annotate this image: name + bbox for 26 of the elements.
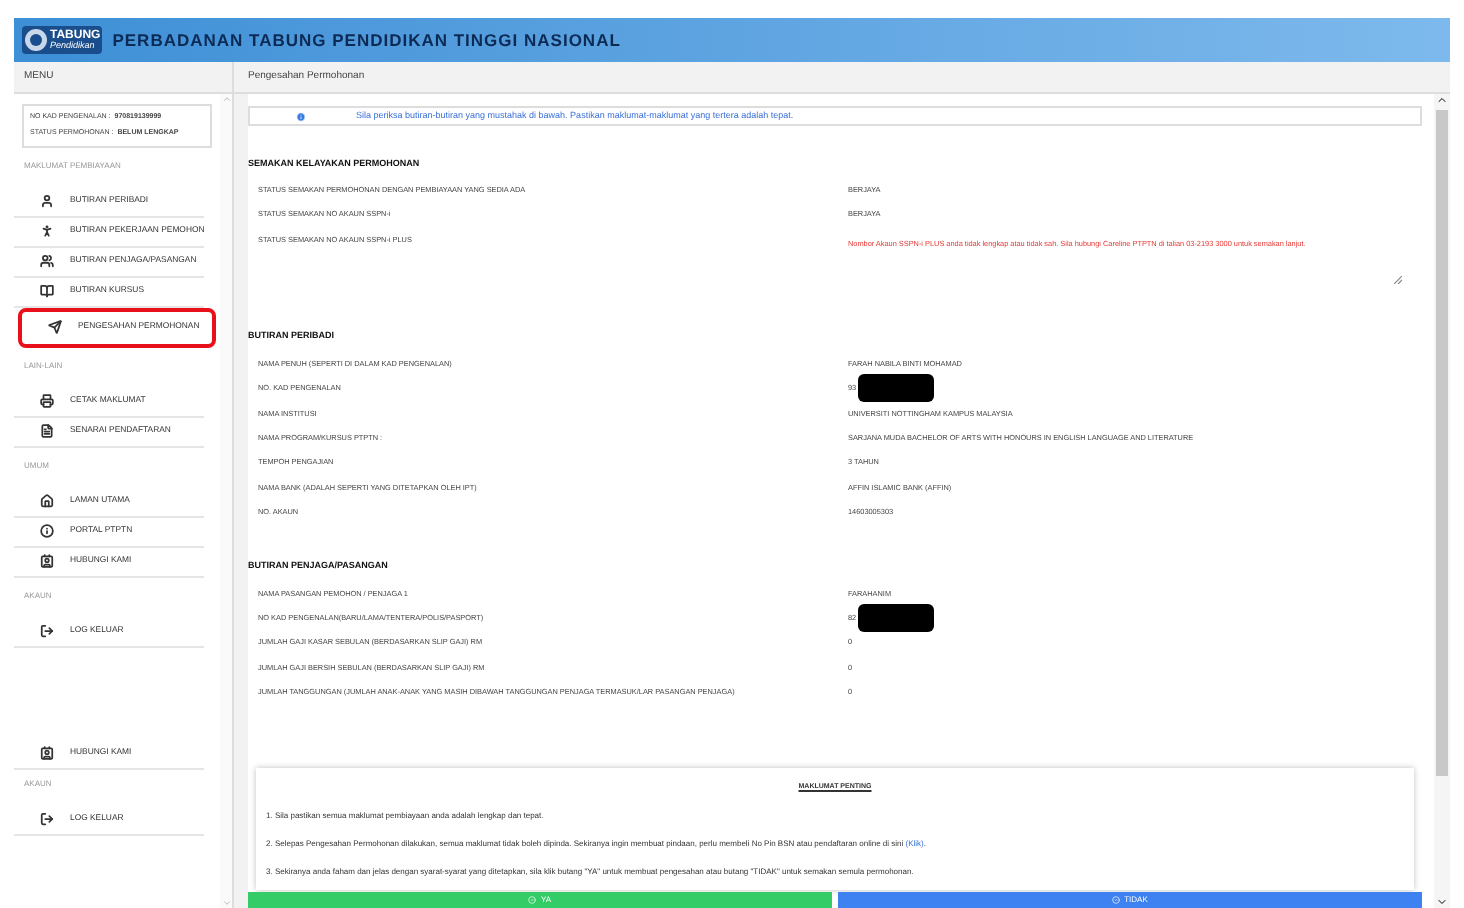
menu-icon (40, 812, 54, 826)
scroll-up-icon[interactable] (1436, 94, 1448, 106)
menu-icon (40, 524, 54, 538)
menu-icon (48, 320, 62, 334)
scroll-up-icon[interactable] (221, 94, 232, 104)
scroll-down-icon[interactable] (1436, 896, 1448, 908)
menu-icon (40, 194, 54, 208)
menu-icon (40, 284, 54, 298)
menu-icon (40, 224, 54, 238)
menu-icon (40, 624, 54, 638)
info-icon (296, 111, 306, 121)
menu-icon (40, 254, 54, 268)
menu-icon (40, 494, 54, 508)
site-title: PERBADANAN TABUNG PENDIDIKAN TINGGI NASIONAL (112, 27, 621, 53)
menu-icon (40, 394, 54, 408)
menu-icon (40, 746, 54, 760)
scroll-thumb[interactable] (1436, 110, 1448, 776)
menu-icon (40, 424, 54, 438)
emblem-icon (24, 28, 48, 52)
scroll-down-icon[interactable] (221, 898, 232, 908)
redaction-mark (858, 603, 935, 632)
check-icon (1112, 896, 1121, 904)
redaction-mark (858, 374, 935, 403)
menu-icon (40, 554, 54, 568)
check-icon (528, 896, 537, 904)
resize-handle-icon[interactable] (1394, 275, 1402, 284)
